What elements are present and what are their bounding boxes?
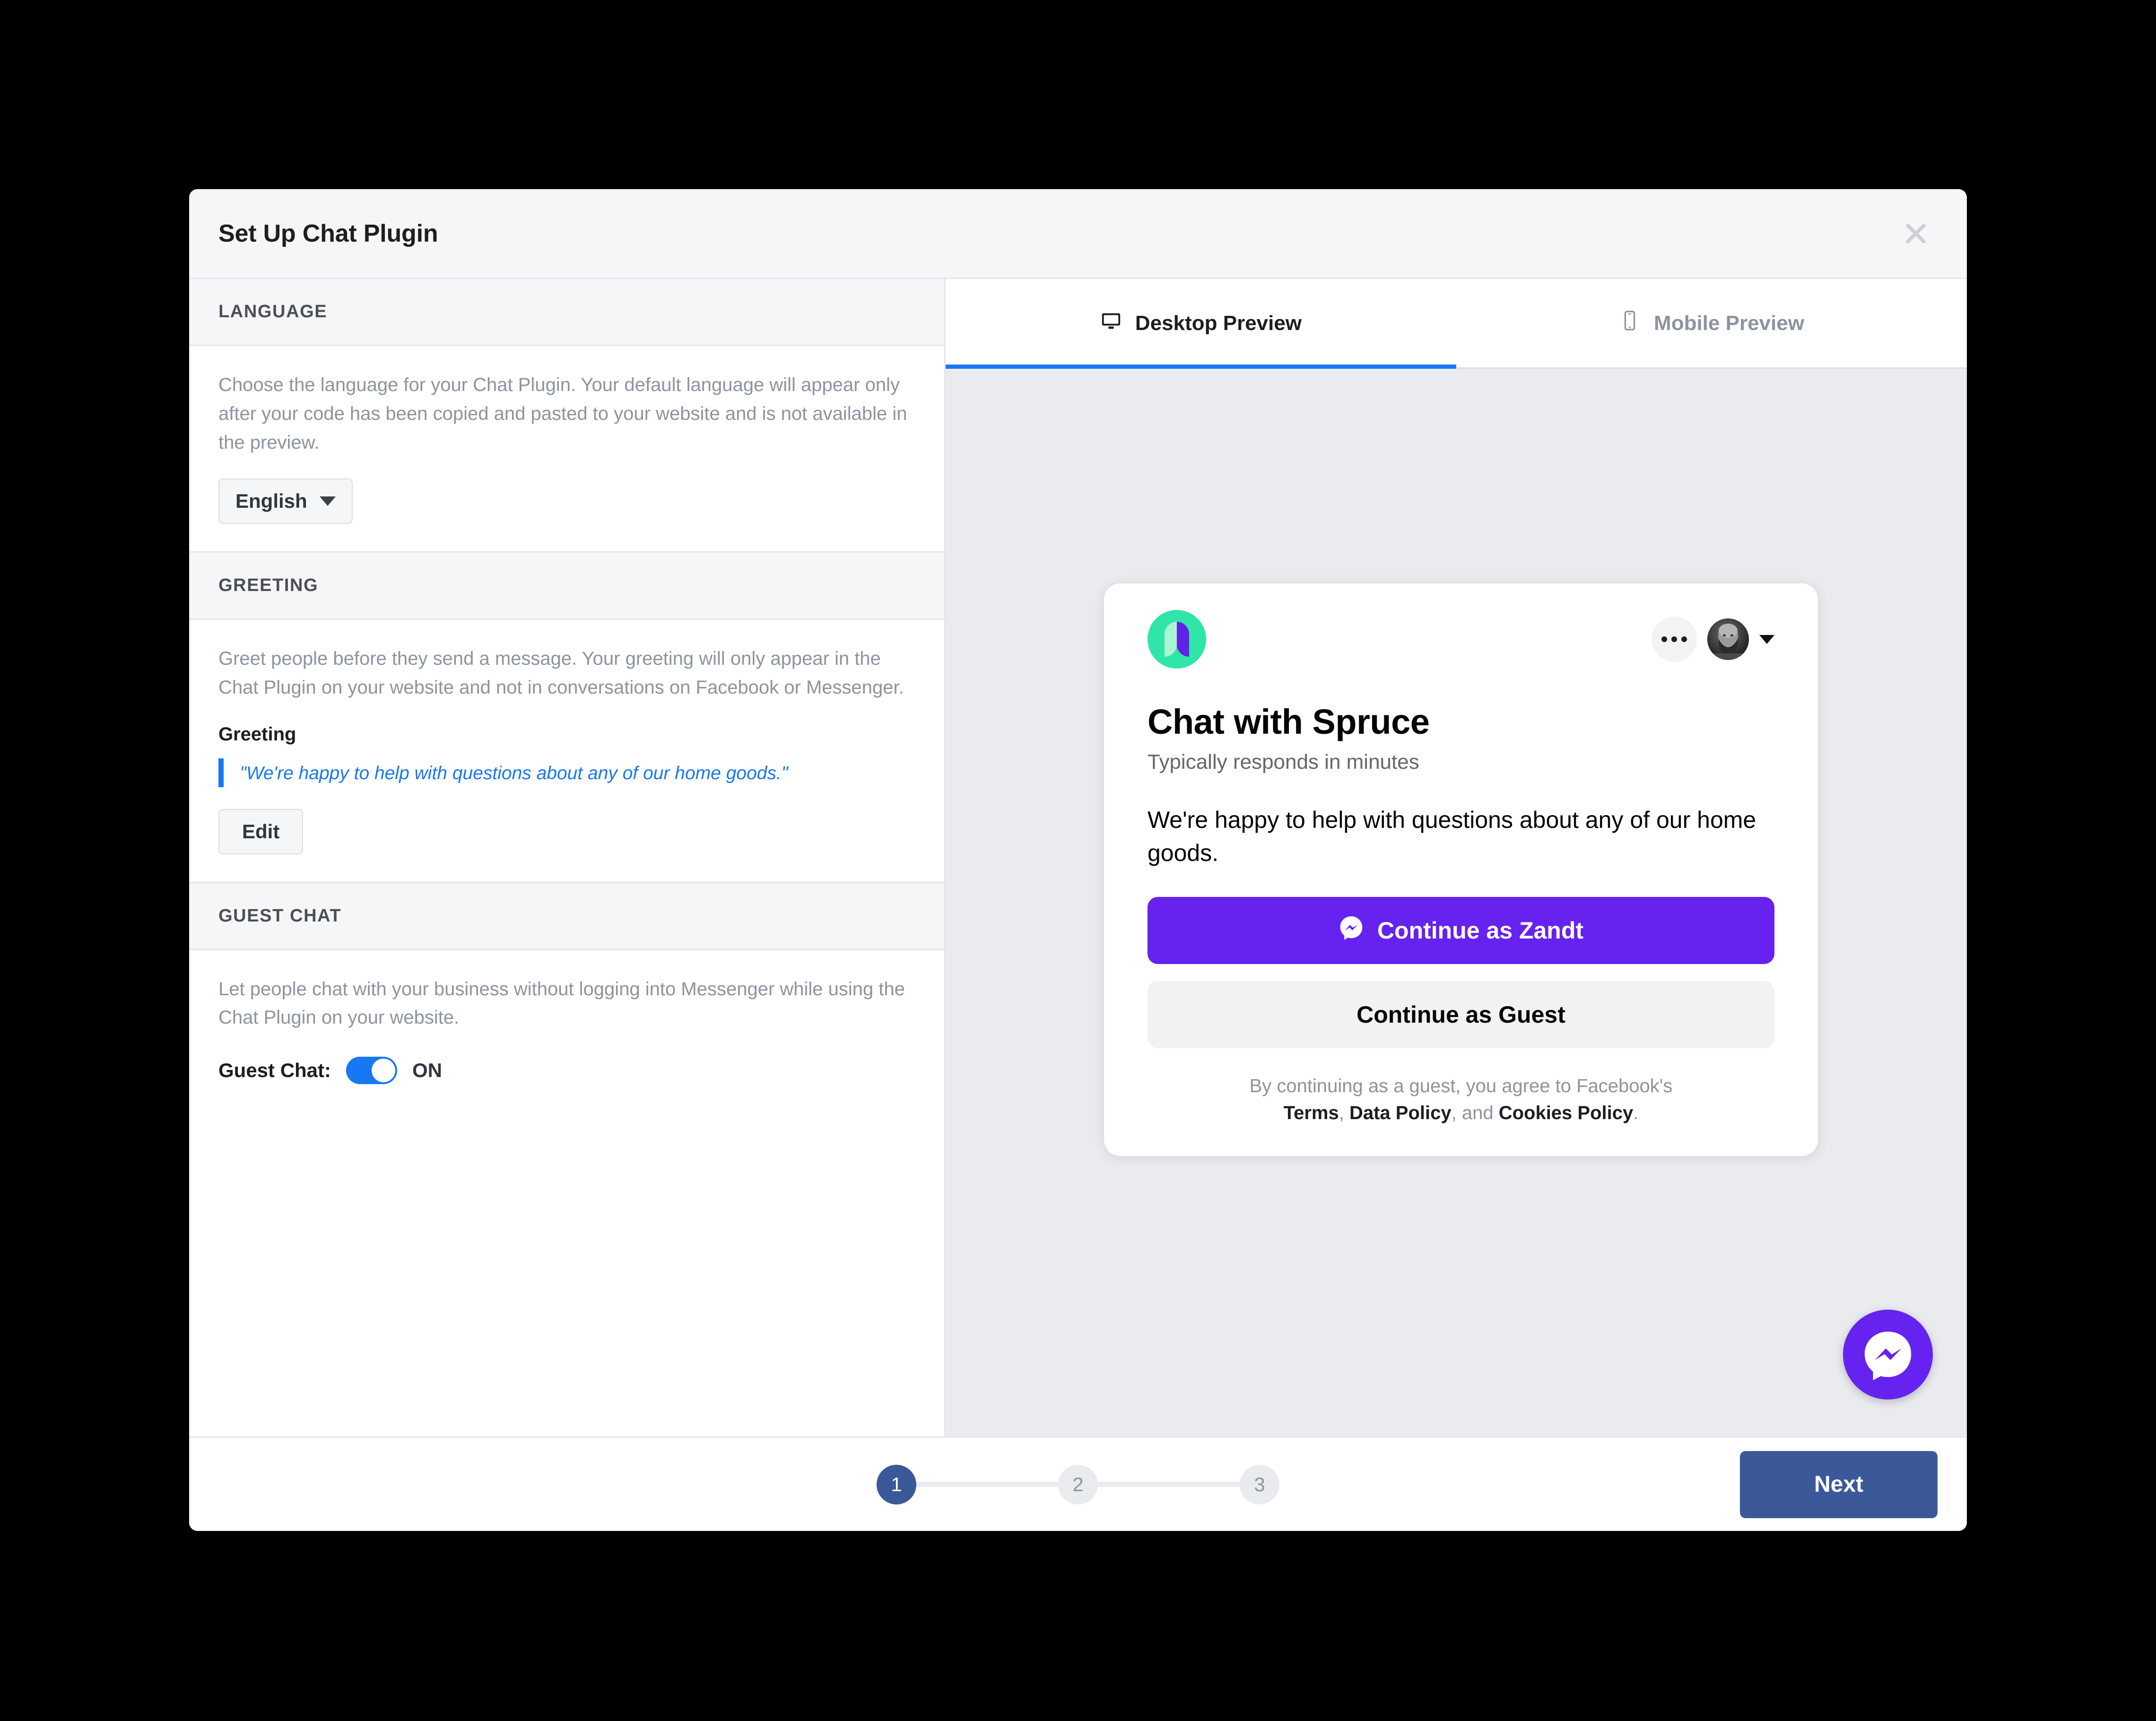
preview-canvas: Chat with Spruce Typically responds in m… <box>946 369 1967 1436</box>
close-icon[interactable] <box>1894 212 1938 255</box>
legal-prefix: By continuing as a guest, you agree to F… <box>1249 1076 1673 1096</box>
next-button[interactable]: Next <box>1740 1451 1938 1518</box>
section-header-language: LANGUAGE <box>189 279 944 346</box>
guest-chat-toggle-label: Guest Chat: <box>218 1059 331 1082</box>
modal-body: LANGUAGE Choose the language for your Ch… <box>189 279 1967 1436</box>
preview-panel: Desktop Preview Mobile Preview Chat with… <box>946 279 1967 1436</box>
section-header-guest-chat: GUEST CHAT <box>189 883 944 950</box>
toggle-knob <box>372 1059 396 1083</box>
section-header-greeting: GREETING <box>189 553 944 620</box>
step-connector-2 <box>1098 1482 1240 1487</box>
continue-as-guest-button[interactable]: Continue as Guest <box>1148 981 1774 1048</box>
legal-period: . <box>1633 1102 1639 1123</box>
tab-desktop-preview-label: Desktop Preview <box>1135 311 1302 335</box>
tab-desktop-preview[interactable]: Desktop Preview <box>946 279 1456 369</box>
step-1[interactable]: 1 <box>877 1464 916 1504</box>
terms-link[interactable]: Terms <box>1284 1103 1339 1123</box>
greeting-accent-bar <box>218 758 224 787</box>
setup-chat-plugin-modal: Set Up Chat Plugin LANGUAGE Choose the l… <box>189 189 1967 1531</box>
chat-card-actions <box>1652 617 1774 662</box>
language-description: Choose the language for your Chat Plugin… <box>218 374 907 453</box>
data-policy-link[interactable]: Data Policy <box>1349 1103 1452 1123</box>
section-body-guest-chat: Let people chat with your business witho… <box>189 950 944 1112</box>
edit-greeting-button[interactable]: Edit <box>218 808 304 854</box>
leaf-right-half <box>1177 622 1189 657</box>
step-2[interactable]: 2 <box>1058 1464 1098 1504</box>
step-indicator: 1 2 3 <box>189 1464 1967 1504</box>
greeting-field-label: Greeting <box>218 723 296 745</box>
legal-and: , and <box>1451 1102 1499 1123</box>
messenger-bubble-icon[interactable] <box>1843 1310 1933 1399</box>
section-body-language: Choose the language for your Chat Plugin… <box>189 346 944 553</box>
greeting-value-row: "We're happy to help with questions abou… <box>218 758 915 787</box>
legal-disclaimer: By continuing as a guest, you agree to F… <box>1148 1073 1774 1127</box>
continue-as-user-label: Continue as Zandt <box>1377 917 1584 944</box>
mobile-icon <box>1619 310 1641 337</box>
page-title: Set Up Chat Plugin <box>218 219 438 247</box>
leaf-left-half <box>1165 622 1177 657</box>
chat-plugin-preview-card: Chat with Spruce Typically responds in m… <box>1104 583 1818 1156</box>
chat-card-subtitle: Typically responds in minutes <box>1148 750 1419 774</box>
cookies-policy-link[interactable]: Cookies Policy <box>1499 1103 1634 1123</box>
settings-panel: LANGUAGE Choose the language for your Ch… <box>189 279 946 1436</box>
modal-footer: 1 2 3 Next <box>189 1436 1967 1531</box>
guest-chat-toggle-row: Guest Chat: ON <box>218 1057 915 1085</box>
tab-mobile-preview[interactable]: Mobile Preview <box>1456 279 1967 367</box>
messenger-icon <box>1339 915 1364 946</box>
modal-titlebar: Set Up Chat Plugin <box>189 189 1967 279</box>
language-select-value: English <box>235 490 307 513</box>
guest-chat-toggle[interactable] <box>346 1057 398 1085</box>
chat-card-greeting: We're happy to help with questions about… <box>1148 807 1756 866</box>
chat-card-title: Chat with Spruce <box>1148 702 1430 741</box>
desktop-icon <box>1100 310 1122 337</box>
chevron-down-icon[interactable] <box>1759 635 1774 644</box>
step-connector-1 <box>916 1482 1058 1487</box>
legal-comma: , <box>1339 1102 1344 1123</box>
guest-chat-description: Let people chat with your business witho… <box>218 978 905 1028</box>
guest-chat-toggle-state: ON <box>412 1059 443 1082</box>
chat-card-header <box>1148 610 1774 669</box>
section-body-greeting: Greet people before they send a message.… <box>189 620 944 883</box>
language-select[interactable]: English <box>218 478 353 524</box>
continue-as-user-button[interactable]: Continue as Zandt <box>1148 897 1774 964</box>
spruce-leaf-logo <box>1148 610 1206 669</box>
tab-mobile-preview-label: Mobile Preview <box>1654 311 1804 335</box>
more-options-icon[interactable] <box>1652 617 1697 662</box>
chevron-down-icon <box>319 496 336 506</box>
preview-tabs: Desktop Preview Mobile Preview <box>946 279 1967 369</box>
step-3[interactable]: 3 <box>1240 1464 1279 1504</box>
greeting-value: "We're happy to help with questions abou… <box>240 763 788 783</box>
continue-as-guest-label: Continue as Guest <box>1356 1001 1565 1028</box>
greeting-description: Greet people before they send a message.… <box>218 648 904 698</box>
user-avatar[interactable] <box>1707 618 1749 660</box>
